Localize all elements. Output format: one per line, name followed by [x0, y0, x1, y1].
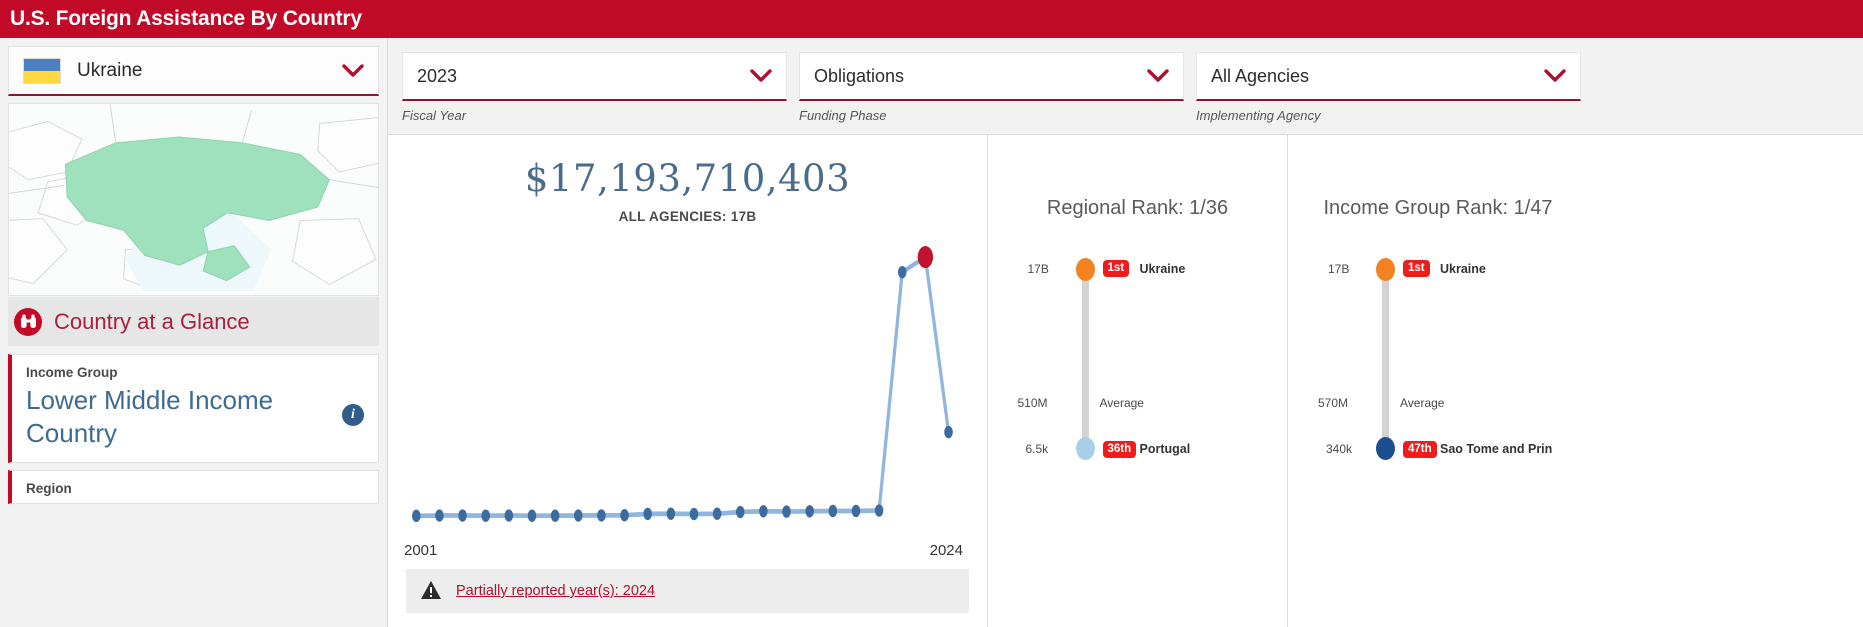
gauge-average-label: Average [1400, 396, 1445, 410]
filter-implementing-agency: All Agencies Implementing Agency [1196, 52, 1581, 134]
income-group-rank-title: Income Group Rank: 1/47 [1323, 197, 1553, 219]
regional-rank-gauge[interactable]: 17B 1st Ukraine 510M Average 6.5k 36th P… [1017, 256, 1258, 460]
gauge-top-node [1376, 258, 1395, 281]
gauge-average-label: Average [1099, 396, 1144, 410]
page-body: Ukraine Country at a Glance Income Group… [0, 38, 1863, 627]
funding-phase-label: Funding Phase [799, 108, 887, 123]
binoculars-icon [14, 307, 42, 336]
chart-point[interactable] [481, 509, 490, 522]
chart-point[interactable] [550, 509, 560, 522]
income-group-value: Lower Middle Income Country [26, 385, 274, 449]
country-selector[interactable]: Ukraine [8, 46, 379, 96]
regional-rank-title: Regional Rank: 1/36 [1046, 197, 1229, 219]
gauge-top-tick: 17B [1027, 262, 1049, 276]
app-header: U.S. Foreign Assistance By Country [0, 0, 1863, 38]
main-content: 2023 Fiscal Year Obligations Funding Pha… [388, 38, 1863, 627]
chart-point[interactable] [643, 507, 652, 521]
gauge-bottom-node [1075, 437, 1095, 460]
gauge-top-country: Ukraine [1440, 262, 1486, 276]
income-group-rank-gauge[interactable]: 17B 1st Ukraine 570M Average 340k 47th S… [1318, 256, 1558, 460]
chevron-down-icon[interactable] [1147, 65, 1169, 87]
implementing-agency-value: All Agencies [1211, 65, 1310, 86]
gauge-top-badge: 1st [1403, 260, 1430, 278]
spending-trend-chart[interactable]: 2001 2024 [402, 230, 973, 569]
chart-point[interactable] [597, 509, 606, 522]
selected-country-label: Ukraine [77, 59, 143, 81]
funding-phase-value: Obligations [814, 65, 905, 86]
chart-point[interactable] [666, 507, 676, 520]
chart-point[interactable] [573, 509, 583, 522]
country-at-a-glance-header: Country at a Glance [8, 297, 379, 346]
chart-point[interactable] [411, 509, 421, 523]
gauge-bottom-badge: 36th [1102, 440, 1137, 458]
gauge-bottom-badge: 47th [1403, 440, 1437, 458]
implementing-agency-label: Implementing Agency [1196, 108, 1321, 123]
gauge-average-value: 510M [1017, 396, 1048, 410]
filter-fiscal-year: 2023 Fiscal Year [402, 52, 787, 134]
all-agencies-subtitle: ALL AGENCIES: 17B [618, 209, 757, 224]
chart-point[interactable] [458, 509, 467, 522]
country-map[interactable] [8, 103, 379, 296]
info-icon[interactable]: i [342, 404, 364, 426]
chevron-down-icon[interactable] [750, 65, 772, 87]
chevron-down-icon[interactable] [342, 60, 364, 82]
gauge-track [1382, 268, 1389, 448]
chart-point[interactable] [435, 509, 444, 522]
x-axis-last-tick: 2024 [929, 542, 963, 559]
fiscal-year-label: Fiscal Year [402, 108, 467, 123]
gauge-bottom-tick: 6.5k [1025, 442, 1049, 456]
chart-point-selected[interactable] [917, 246, 934, 269]
funding-phase-select[interactable]: Obligations [799, 52, 1184, 101]
gauge-bottom-tick: 340k [1326, 442, 1353, 456]
region-card: Region [8, 470, 379, 505]
gauge-bottom-node [1376, 437, 1395, 460]
panels: $17,193,710,403 ALL AGENCIES: 17B 2001 2… [388, 134, 1863, 627]
gauge-average-value: 570M [1318, 396, 1349, 410]
sidebar: Ukraine Country at a Glance Income Group… [0, 38, 388, 627]
chart-point[interactable] [759, 505, 768, 518]
chevron-down-icon[interactable] [1544, 65, 1566, 87]
fiscal-year-value: 2023 [417, 65, 458, 86]
fiscal-year-select[interactable]: 2023 [402, 52, 787, 101]
income-group-rank-panel: Income Group Rank: 1/47 17B 1st Ukraine … [1288, 135, 1588, 627]
chart-point[interactable] [620, 509, 629, 522]
gauge-track [1081, 268, 1089, 448]
filter-funding-phase: Obligations Funding Phase [799, 52, 1184, 134]
glance-title: Country at a Glance [54, 308, 250, 334]
chart-point[interactable] [689, 507, 699, 521]
region-label: Region [26, 481, 72, 497]
regional-rank-panel: Regional Rank: 1/36 17B 1st Ukraine 510M… [988, 135, 1288, 627]
chart-point[interactable] [944, 425, 953, 439]
map-graphic [9, 104, 378, 292]
chart-point[interactable] [805, 505, 814, 518]
total-amount: $17,193,710,403 [524, 157, 851, 200]
gauge-top-badge: 1st [1102, 260, 1130, 278]
chart-point[interactable] [874, 504, 884, 517]
chart-point[interactable] [504, 509, 514, 522]
chart-point[interactable] [782, 505, 791, 518]
income-group-label: Income Group [26, 365, 118, 380]
income-group-card: Income Group Lower Middle Income Country… [8, 354, 379, 464]
filter-bar: 2023 Fiscal Year Obligations Funding Pha… [388, 38, 1863, 134]
chart-point[interactable] [828, 504, 838, 518]
implementing-agency-select[interactable]: All Agencies [1196, 52, 1581, 101]
x-axis-first-tick: 2001 [404, 542, 438, 559]
gauge-top-tick: 17B [1328, 262, 1350, 276]
partial-report-warning: Partially reported year(s): 2024 [406, 569, 969, 613]
ukraine-flag-icon [23, 57, 61, 84]
gauge-top-node [1075, 258, 1095, 281]
warning-triangle-icon [420, 580, 442, 602]
chart-point[interactable] [897, 265, 907, 279]
gauge-bottom-country: Sao Tome and Prin [1440, 442, 1553, 456]
gauge-bottom-country: Portugal [1139, 442, 1191, 456]
partial-report-link[interactable]: Partially reported year(s): 2024 [456, 583, 655, 599]
chart-point[interactable] [851, 504, 861, 518]
spark-svg [411, 246, 953, 523]
chart-point[interactable] [527, 509, 537, 522]
page-title: U.S. Foreign Assistance By Country [10, 7, 362, 30]
chart-point[interactable] [735, 505, 745, 519]
gauge-top-country: Ukraine [1139, 262, 1186, 276]
chart-point[interactable] [712, 507, 722, 520]
spend-panel: $17,193,710,403 ALL AGENCIES: 17B 2001 2… [388, 135, 988, 627]
